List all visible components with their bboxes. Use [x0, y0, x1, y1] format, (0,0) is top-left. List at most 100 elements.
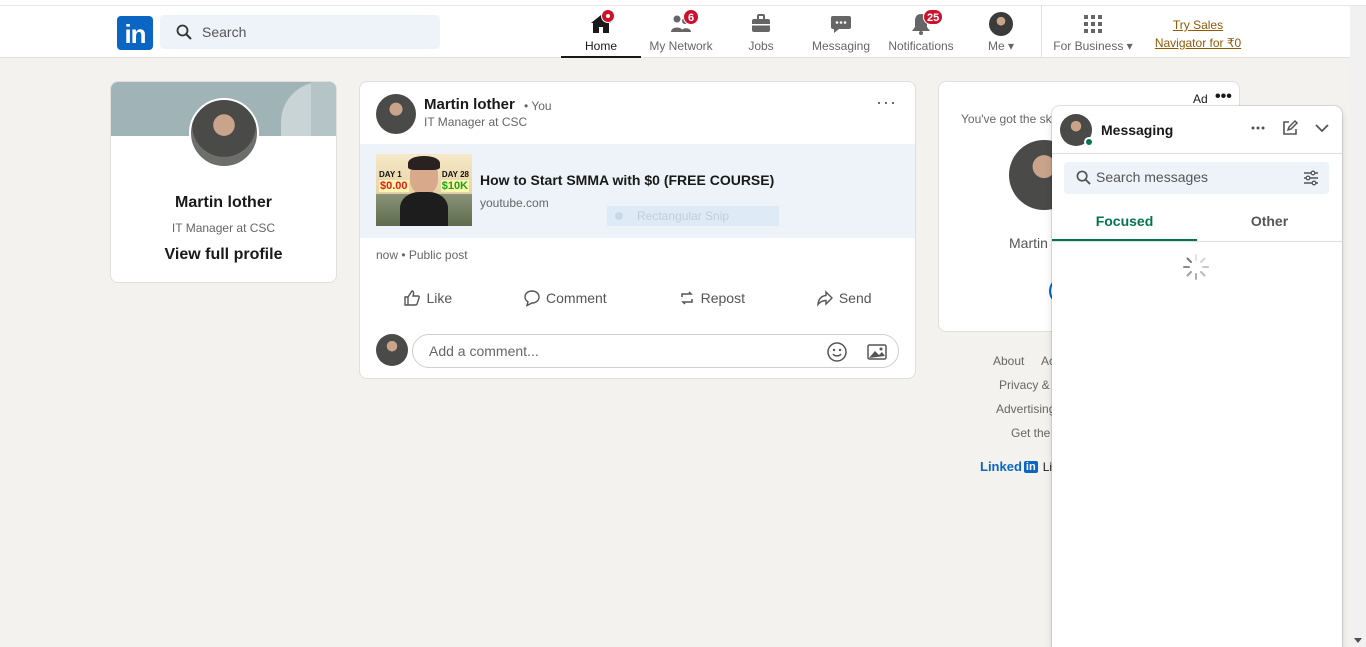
me-avatar: [989, 12, 1013, 36]
post-author-avatar[interactable]: [376, 94, 416, 134]
send-icon: [816, 290, 833, 307]
thumb-day1-label: DAY 1: [379, 170, 402, 179]
scroll-down-arrow-icon[interactable]: [1354, 638, 1362, 643]
nav-notifications[interactable]: 25 Notifications: [881, 9, 961, 58]
loading-spinner-icon: [1183, 254, 1209, 280]
commenter-avatar: [376, 334, 408, 366]
search-icon: [176, 24, 192, 40]
chat-icon: [829, 12, 853, 36]
bell-icon: 25: [909, 9, 944, 36]
tab-other[interactable]: Other: [1197, 206, 1342, 241]
nav-my-network[interactable]: 6 My Network: [641, 9, 721, 58]
thumbnail-body: [400, 192, 448, 226]
post-author-name[interactable]: Martin lother: [424, 96, 515, 113]
nav-jobs[interactable]: Jobs: [721, 10, 801, 58]
link-preview-card[interactable]: DAY 1 $0.00 DAY 28 $10K How to Start SMM…: [360, 144, 915, 238]
repost-icon: [680, 291, 693, 305]
thumbnail-hair: [408, 156, 440, 170]
footer-link-about[interactable]: About: [993, 354, 1024, 368]
profile-headline: IT Manager at CSC: [171, 221, 276, 235]
nav-divider: [1041, 6, 1042, 58]
repost-button[interactable]: Repost: [668, 282, 755, 314]
repost-label: Repost: [700, 290, 745, 306]
ad-more-options-icon[interactable]: •••: [1215, 88, 1232, 106]
link-domain: youtube.com: [480, 196, 549, 210]
nav-messaging[interactable]: Messaging: [801, 10, 881, 58]
thumb-amount2-label: $10K: [440, 180, 469, 192]
linkedin-logo[interactable]: in: [117, 16, 153, 50]
like-button[interactable]: Like: [393, 282, 462, 314]
filter-icon[interactable]: [1303, 170, 1319, 186]
nav-notifications-label: Notifications: [888, 39, 954, 53]
nav-home-label: Home: [584, 39, 617, 53]
home-notification-dot: [601, 9, 615, 23]
profile-name[interactable]: Martin lother: [111, 194, 336, 212]
online-status-dot: [1084, 137, 1094, 147]
compose-icon[interactable]: [1280, 118, 1300, 138]
nav-for-business-label: For Business: [1053, 39, 1124, 53]
try-sales-line2: Navigator for ₹0: [1154, 36, 1242, 50]
footer-brand-in: in: [1023, 460, 1038, 473]
video-thumbnail[interactable]: DAY 1 $0.00 DAY 28 $10K: [376, 154, 472, 226]
messaging-search[interactable]: [1064, 162, 1329, 194]
more-options-icon[interactable]: [1248, 118, 1268, 138]
ad-label: Ad: [1193, 92, 1208, 106]
nav-home[interactable]: Home: [561, 9, 641, 58]
nav-me[interactable]: Me ▾: [961, 10, 1041, 58]
chevron-down-icon: ▾: [1007, 39, 1015, 53]
nav-for-business-label-wrap: For Business ▾: [1050, 39, 1136, 53]
messaging-search-input[interactable]: [1096, 169, 1296, 185]
post-visibility-meta: now • Public post: [376, 248, 468, 262]
post-more-options-icon[interactable]: ···: [876, 92, 897, 113]
try-sales-line1: Try Sales: [1172, 18, 1224, 32]
home-icon: [589, 9, 615, 36]
page-scrollbar[interactable]: [1350, 6, 1366, 647]
messaging-title: Messaging: [1101, 122, 1174, 138]
footer-linkedin-logo: Linked in Lin: [980, 459, 1059, 474]
nav-me-label-wrap: Me ▾: [961, 39, 1041, 53]
messaging-tabs: Focused Other: [1052, 206, 1342, 242]
collapse-chevron-icon[interactable]: [1312, 118, 1332, 138]
global-search[interactable]: [160, 15, 440, 49]
footer-link-privacy[interactable]: Privacy &: [999, 378, 1050, 392]
image-icon[interactable]: [866, 341, 888, 363]
messaging-header-actions: [1248, 118, 1332, 138]
nav-me-label: Me: [987, 39, 1005, 53]
nav-for-business[interactable]: For Business ▾: [1050, 10, 1136, 58]
footer-brand-text: Linked: [980, 459, 1022, 474]
ad-name: Martin: [1009, 235, 1048, 251]
profile-photo[interactable]: [189, 98, 259, 168]
comment-composer: [376, 334, 901, 368]
post-actions-bar: Like Comment Repost Send: [368, 282, 907, 314]
search-icon: [1076, 170, 1091, 185]
tab-focused[interactable]: Focused: [1052, 206, 1197, 241]
search-input[interactable]: [202, 24, 422, 40]
snip-tool-overlay: Rectangular Snip: [607, 206, 779, 226]
comment-input[interactable]: [429, 343, 809, 359]
feed-post: Martin lother • You IT Manager at CSC ··…: [359, 81, 916, 379]
grid-apps-icon: [1081, 12, 1105, 36]
link-title[interactable]: How to Start SMMA with $0 (FREE COURSE): [480, 172, 774, 188]
view-full-profile-link[interactable]: View full profile: [111, 246, 336, 264]
post-author-headline: IT Manager at CSC: [424, 115, 528, 129]
footer-link-advertising[interactable]: Advertising: [996, 402, 1055, 416]
send-label: Send: [838, 290, 872, 306]
messaging-panel: Messaging Focused Other: [1052, 106, 1342, 647]
messaging-header[interactable]: Messaging: [1052, 106, 1342, 154]
like-label: Like: [426, 290, 453, 306]
emoji-icon[interactable]: [826, 341, 848, 363]
try-sales-navigator-link[interactable]: Try Sales Navigator for ₹0: [1148, 16, 1248, 52]
footer-link-get-app[interactable]: Get the: [1011, 426, 1050, 440]
nav-my-network-label: My Network: [649, 39, 713, 53]
thumbs-up-icon: [404, 290, 421, 306]
post-you-label: • You: [524, 99, 552, 113]
comment-button[interactable]: Comment: [513, 282, 617, 314]
people-icon: 6: [669, 9, 699, 36]
send-button[interactable]: Send: [806, 282, 882, 314]
thumb-amount1-label: $0.00: [379, 180, 409, 192]
nav-jobs-label: Jobs: [748, 39, 774, 53]
comment-box[interactable]: [412, 334, 899, 368]
window-top-divider: [0, 5, 1366, 6]
profile-card: Martin lother IT Manager at CSC View ful…: [110, 81, 337, 283]
network-badge: 6: [683, 9, 699, 25]
